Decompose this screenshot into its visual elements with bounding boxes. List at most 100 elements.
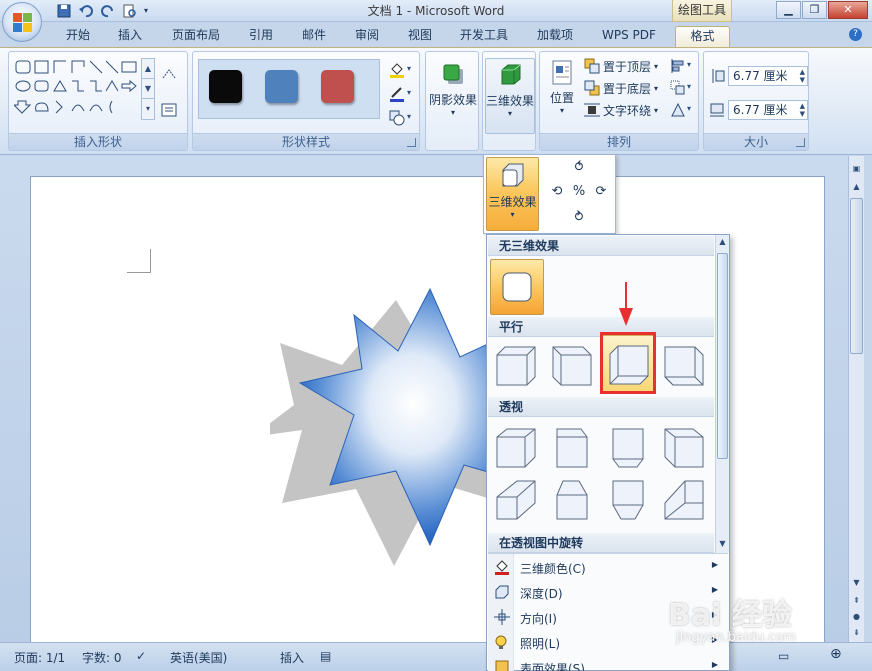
3d-effects-button[interactable]: 三维效果 ▾ — [485, 58, 535, 134]
section-no-3d: 无三维效果 — [488, 236, 714, 256]
shadow-effects-label: 阴影效果 — [428, 93, 477, 107]
3d-effects-active-icon — [502, 163, 523, 187]
tab-home[interactable]: 开始 — [58, 26, 98, 47]
watermark-url: jingyan.baidu.com — [676, 630, 796, 645]
text-wrap-label: 文字环绕 — [603, 103, 652, 118]
align-icon[interactable] — [670, 58, 686, 74]
rotate-icon[interactable] — [670, 102, 686, 118]
minimize-button[interactable]: ▁ — [776, 1, 801, 19]
shape-outline-icon[interactable] — [389, 86, 405, 102]
shape-width-input[interactable]: 6.77 厘米 ▲ ▼ — [728, 100, 808, 120]
shape-gallery[interactable] — [12, 59, 138, 119]
group-dropdown-icon[interactable]: ▾ — [687, 82, 691, 91]
vertical-scrollbar[interactable]: ▣ ▲ ▼ ⇞ ● ⇟ — [848, 156, 864, 642]
perspective-cube-2-icon[interactable] — [549, 425, 595, 469]
shape-fill-icon[interactable] — [389, 62, 405, 78]
tab-view[interactable]: 视图 — [400, 26, 440, 47]
tilt-left-icon[interactable]: ⟲ — [548, 183, 566, 201]
tilt-right-icon[interactable]: ⟳ — [592, 183, 610, 201]
gallery-more-icon[interactable]: ▾ — [142, 99, 154, 119]
tab-insert[interactable]: 插入 — [110, 26, 150, 47]
gallery-scrollbar[interactable]: ▲ ▼ — [715, 235, 729, 553]
previous-page-icon[interactable]: ⇞ — [850, 594, 863, 608]
dialog-launcher-icon[interactable] — [407, 138, 416, 147]
parallel-cube-2-icon[interactable] — [549, 343, 595, 387]
size-dialog-launcher-icon[interactable] — [796, 138, 805, 147]
scroll-up-icon[interactable]: ▲ — [142, 59, 154, 79]
rotate-dropdown-icon[interactable]: ▾ — [687, 104, 691, 113]
scroll-up-arrow-icon[interactable]: ▲ — [850, 180, 863, 194]
ruler-toggle-icon[interactable]: ▣ — [850, 162, 863, 176]
perspective-cube-8-icon[interactable] — [661, 477, 707, 521]
help-icon[interactable]: ? — [849, 28, 862, 41]
perspective-cube-4-icon[interactable] — [661, 425, 707, 469]
red-arrow-icon — [619, 282, 633, 326]
next-page-icon[interactable]: ⇟ — [850, 626, 863, 640]
gallery-scroll-down-icon[interactable]: ▼ — [717, 539, 728, 548]
language-status[interactable]: 英语(美国) — [170, 649, 227, 666]
scroll-down-icon[interactable]: ▼ — [142, 79, 154, 99]
send-to-back-button[interactable]: 置于底层 ▾ — [584, 78, 658, 98]
outline-dropdown-icon[interactable]: ▾ — [407, 88, 411, 97]
gallery-scroll-thumb[interactable] — [717, 253, 728, 459]
tab-mailings[interactable]: 邮件 — [294, 26, 334, 47]
edit-shape-icon[interactable] — [161, 66, 177, 82]
parallel-cube-4-icon[interactable] — [661, 343, 707, 387]
page-count[interactable]: 页面: 1/1 — [14, 649, 65, 666]
style-swatch-red[interactable] — [321, 70, 354, 103]
change-shape-icon[interactable] — [389, 110, 405, 126]
style-swatch-black[interactable] — [209, 70, 242, 103]
restore-button[interactable]: ❐ — [802, 1, 827, 19]
insert-mode-status[interactable]: 插入 — [280, 649, 304, 666]
scroll-down-arrow-icon[interactable]: ▼ — [850, 576, 863, 590]
word-count[interactable]: 字数: 0 — [82, 649, 122, 666]
gallery-scroll-up-icon[interactable]: ▲ — [717, 237, 728, 246]
3d-toggle-icon[interactable]: % — [570, 183, 588, 201]
tilt-down-icon[interactable]: ⥁ — [570, 209, 588, 227]
menu-separator — [488, 553, 728, 554]
bring-to-front-button[interactable]: 置于顶层 ▾ — [584, 56, 658, 76]
text-box-icon[interactable] — [161, 102, 177, 118]
shape-height-icon — [709, 68, 725, 84]
section-rotation: 在透视图中旋转 — [488, 533, 714, 553]
shape-height-input[interactable]: 6.77 厘米 ▲ ▼ — [728, 66, 808, 86]
shadow-effects-button[interactable]: 阴影效果 ▾ — [428, 58, 478, 134]
change-shape-dropdown-icon[interactable]: ▾ — [407, 112, 411, 121]
office-button[interactable] — [2, 2, 42, 42]
perspective-cube-1-icon[interactable] — [493, 425, 539, 469]
perspective-cube-6-icon[interactable] — [549, 477, 595, 521]
style-swatch-blue[interactable] — [265, 70, 298, 103]
shape-gallery-scroll[interactable]: ▲ ▼ ▾ — [141, 58, 155, 120]
3d-effects-active-button[interactable]: 三维效果 ▾ — [486, 157, 539, 231]
no-3d-effect-option[interactable] — [490, 259, 544, 315]
position-button[interactable]: 位置 ▾ — [544, 58, 580, 134]
perspective-cube-5-icon[interactable] — [493, 477, 539, 521]
tab-review[interactable]: 审阅 — [347, 26, 387, 47]
menu-item-3d-color[interactable]: 三维颜色(C) ▶ — [488, 555, 728, 580]
scroll-thumb[interactable] — [850, 198, 863, 354]
perspective-cube-7-icon[interactable] — [605, 477, 651, 521]
parallel-cube-1-icon[interactable] — [493, 343, 539, 387]
tab-addins[interactable]: 加载项 — [529, 26, 581, 47]
macro-record-icon[interactable]: ▤ — [320, 649, 331, 663]
proofing-icon[interactable]: ✓ — [136, 649, 146, 663]
menu-item-surface[interactable]: 表面效果(S) ▶ — [488, 655, 728, 671]
group-shadow: 阴影效果 ▾ — [425, 51, 479, 151]
align-dropdown-icon[interactable]: ▾ — [687, 60, 691, 69]
width-spinner-icon[interactable]: ▲ ▼ — [800, 102, 805, 118]
star-shape[interactable] — [270, 285, 510, 575]
tab-page-layout[interactable]: 页面布局 — [164, 26, 228, 47]
tilt-up-icon[interactable]: ⥀ — [570, 159, 588, 177]
tab-wps-pdf[interactable]: WPS PDF — [594, 26, 664, 47]
tab-developer[interactable]: 开发工具 — [452, 26, 516, 47]
text-wrap-button[interactable]: 文字环绕 ▾ — [584, 100, 658, 120]
fill-dropdown-icon[interactable]: ▾ — [407, 64, 411, 73]
group-objects-icon[interactable] — [670, 80, 686, 96]
tab-references[interactable]: 引用 — [241, 26, 281, 47]
browse-object-icon[interactable]: ● — [850, 610, 863, 624]
perspective-cube-3-icon[interactable] — [605, 425, 651, 469]
shape-style-gallery[interactable] — [198, 59, 380, 119]
tab-format[interactable]: 格式 — [675, 26, 730, 47]
close-button[interactable]: ✕ — [828, 1, 868, 19]
height-spinner-icon[interactable]: ▲ ▼ — [800, 68, 805, 84]
